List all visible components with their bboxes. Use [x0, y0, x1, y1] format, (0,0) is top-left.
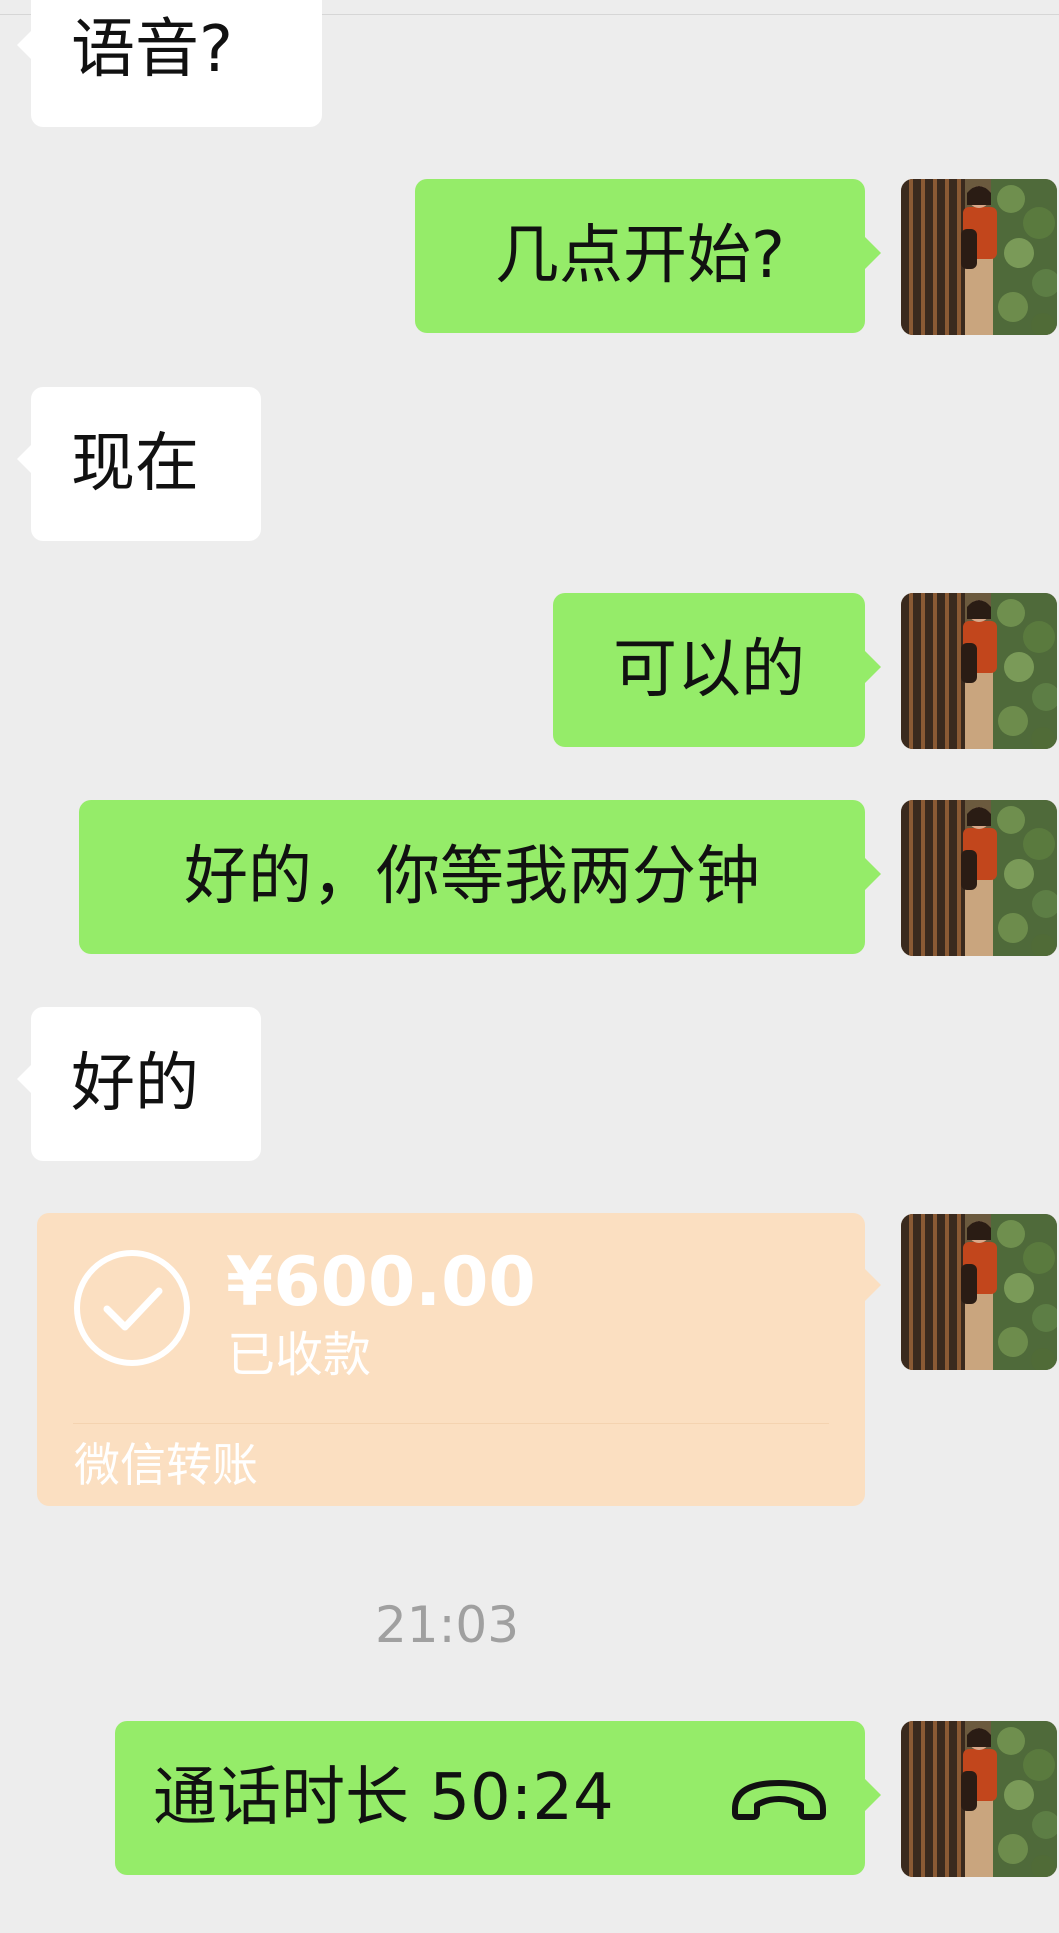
- avatar[interactable]: [901, 593, 1057, 749]
- transfer-status: 已收款: [227, 1327, 372, 1383]
- message-bubble-outgoing[interactable]: 可以的: [553, 593, 881, 747]
- message-text: 现在: [71, 427, 199, 501]
- avatar[interactable]: [901, 1214, 1057, 1370]
- check-circle-icon: [74, 1250, 190, 1366]
- message-text: 好的，你等我两分钟: [184, 840, 760, 914]
- avatar[interactable]: [901, 1721, 1057, 1877]
- message-text: 语音?: [71, 13, 233, 87]
- message-text: 几点开始?: [495, 219, 785, 293]
- avatar[interactable]: [901, 179, 1057, 335]
- timestamp: 21:03: [374, 1596, 520, 1654]
- divider: [73, 1423, 829, 1424]
- call-duration-text: 通话时长 50:24: [153, 1761, 614, 1835]
- message-bubble-outgoing[interactable]: 几点开始?: [415, 179, 881, 333]
- message-bubble-incoming[interactable]: 现在: [17, 387, 261, 541]
- message-text: 可以的: [613, 633, 805, 707]
- call-record-bubble[interactable]: 通话时长 50:24: [115, 1721, 881, 1875]
- avatar[interactable]: [901, 800, 1057, 956]
- message-bubble-incoming[interactable]: 语音?: [17, 0, 322, 127]
- message-bubble-incoming[interactable]: 好的: [17, 1007, 261, 1161]
- message-bubble-outgoing[interactable]: 好的，你等我两分钟: [79, 800, 881, 954]
- message-text: 好的: [71, 1047, 199, 1121]
- transfer-amount: ¥600.00: [226, 1243, 536, 1322]
- phone-hangup-icon: [732, 1780, 826, 1820]
- transfer-card[interactable]: ¥600.00 已收款 微信转账: [37, 1213, 881, 1506]
- transfer-footer: 微信转账: [74, 1438, 258, 1492]
